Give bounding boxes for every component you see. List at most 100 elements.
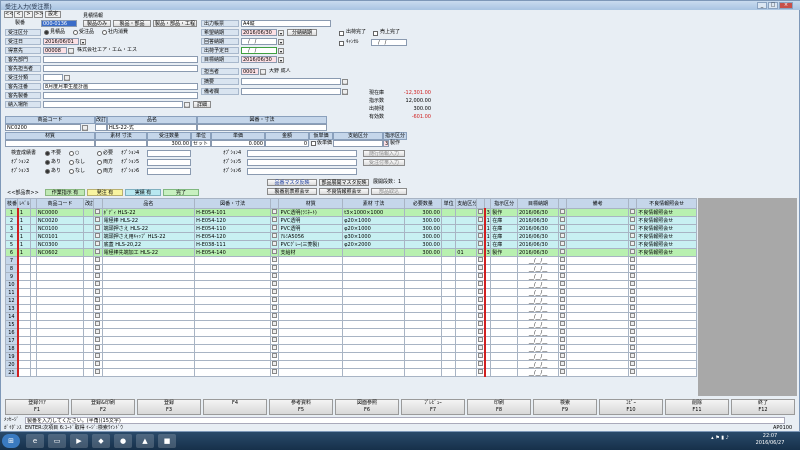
cell-shikyu[interactable] bbox=[455, 352, 477, 361]
cell-biko[interactable] bbox=[566, 328, 629, 337]
cell-shikyu[interactable] bbox=[455, 264, 477, 273]
table-row[interactable]: 16 __/__/__ bbox=[4, 328, 697, 337]
cell-shikyu[interactable] bbox=[455, 224, 477, 233]
row-search-icon[interactable] bbox=[95, 289, 101, 294]
juchu-futai-button[interactable]: 受注付帯入力 bbox=[363, 159, 405, 166]
cell-date[interactable]: __/__/__ bbox=[516, 360, 560, 369]
cell-code[interactable]: NC0000 bbox=[35, 208, 85, 217]
fkey-f1[interactable]: 登録ｸﾘｱ F1 bbox=[5, 399, 69, 415]
row-search-icon[interactable] bbox=[629, 313, 635, 318]
cell-zuban[interactable] bbox=[194, 320, 272, 329]
row-search-icon[interactable] bbox=[477, 329, 483, 334]
row-search-icon[interactable] bbox=[629, 305, 635, 310]
cell-tani[interactable] bbox=[440, 368, 457, 377]
row-search-icon[interactable] bbox=[477, 321, 483, 326]
cell-zuban[interactable]: H-E038-111 bbox=[194, 240, 272, 249]
cell-fb[interactable]: 不良情報照会せ bbox=[636, 248, 697, 257]
tanto-code-input[interactable]: 0001 bbox=[241, 68, 259, 75]
row-search-icon[interactable] bbox=[95, 265, 101, 270]
jubunrui-search-icon[interactable]: … bbox=[64, 75, 70, 81]
cell-shikyu[interactable] bbox=[455, 272, 477, 281]
cell-code[interactable]: NC0020 bbox=[35, 216, 85, 225]
cell-qty[interactable] bbox=[403, 256, 442, 265]
tray-icons[interactable]: ▴ ⚑ ▮ ♪ bbox=[700, 435, 740, 441]
table-row[interactable]: 17 __/__/__ bbox=[4, 336, 697, 345]
cell-zairyo[interactable] bbox=[278, 272, 344, 281]
cell-zuban[interactable] bbox=[194, 304, 272, 313]
cell-shikyu[interactable] bbox=[455, 328, 477, 337]
cell-tani[interactable] bbox=[440, 344, 457, 353]
row-search-icon[interactable] bbox=[560, 337, 566, 342]
product-name-input[interactable]: HLS-22-式 bbox=[107, 124, 197, 131]
row-search-icon[interactable] bbox=[95, 305, 101, 310]
table-row[interactable]: 15 __/__/__ bbox=[4, 320, 697, 329]
cell-biko[interactable] bbox=[566, 216, 629, 225]
cell-code[interactable]: NC0300 bbox=[35, 240, 85, 249]
row-search-icon[interactable] bbox=[477, 337, 483, 342]
cell-biko[interactable] bbox=[566, 256, 629, 265]
cell-sunpo[interactable] bbox=[342, 336, 405, 345]
cell-sunpo[interactable] bbox=[342, 248, 405, 257]
mitsumori-kotei-button[interactable]: 製品・部品・工程 bbox=[153, 20, 197, 27]
cell-biko[interactable] bbox=[566, 360, 629, 369]
row-search-icon[interactable] bbox=[629, 369, 635, 374]
kingaku-input[interactable]: 0 bbox=[265, 140, 309, 147]
row-search-icon[interactable] bbox=[477, 305, 483, 310]
cell-zuban[interactable] bbox=[194, 272, 272, 281]
row-search-icon[interactable] bbox=[560, 353, 566, 358]
cell-qty[interactable] bbox=[403, 280, 442, 289]
row-search-icon[interactable] bbox=[629, 265, 635, 270]
row-search-icon[interactable] bbox=[560, 273, 566, 278]
fkey-f10[interactable]: ｺﾋﾟｰ F10 bbox=[599, 399, 663, 415]
row-search-icon[interactable] bbox=[477, 297, 483, 302]
row-search-icon[interactable] bbox=[95, 249, 101, 254]
cell-tani[interactable] bbox=[440, 336, 457, 345]
cell-tani[interactable] bbox=[440, 288, 457, 297]
cell-code[interactable] bbox=[35, 352, 85, 361]
next-record-button[interactable]: > bbox=[24, 11, 33, 18]
cell-code[interactable] bbox=[35, 336, 85, 345]
cell-biko[interactable] bbox=[566, 232, 629, 241]
fkey-f6[interactable]: 図面参照 F6 bbox=[335, 399, 399, 415]
row-search-icon[interactable] bbox=[477, 273, 483, 278]
cell-date[interactable]: 2016/06/30 bbox=[516, 240, 560, 249]
row-search-icon[interactable] bbox=[629, 273, 635, 278]
cell-shikyu[interactable] bbox=[455, 368, 477, 377]
tekiyo-search-icon[interactable]: … bbox=[342, 79, 348, 85]
cell-zairyo[interactable] bbox=[278, 352, 344, 361]
cell-sunpo[interactable] bbox=[342, 296, 405, 305]
cell-sunpo[interactable] bbox=[342, 360, 405, 369]
table-row[interactable]: 13 __/__/__ bbox=[4, 304, 697, 313]
cell-name[interactable] bbox=[101, 288, 196, 297]
row-search-icon[interactable] bbox=[95, 241, 101, 246]
opt4-input[interactable] bbox=[147, 150, 191, 157]
cell-qty[interactable]: 300.00 bbox=[403, 248, 442, 257]
row-search-icon[interactable] bbox=[95, 209, 101, 214]
cell-qty[interactable] bbox=[403, 288, 442, 297]
cell-qty[interactable] bbox=[403, 312, 442, 321]
buhin-tenkai-button[interactable]: 部品展開マスタ反映 bbox=[319, 179, 369, 186]
opt6-input[interactable] bbox=[147, 168, 191, 175]
table-row[interactable]: 21 __/__/__ bbox=[4, 368, 697, 377]
row-search-icon[interactable] bbox=[477, 217, 483, 222]
table-row[interactable]: 14 __/__/__ bbox=[4, 312, 697, 321]
cell-fb[interactable] bbox=[636, 272, 697, 281]
cell-shikyu[interactable] bbox=[455, 208, 477, 217]
cell-name[interactable]: 底蓋 HLS-20,22 bbox=[101, 240, 196, 249]
row-search-icon[interactable] bbox=[560, 225, 566, 230]
opt3-radio-3[interactable] bbox=[97, 169, 102, 174]
row-search-icon[interactable] bbox=[477, 353, 483, 358]
row-search-icon[interactable] bbox=[629, 321, 635, 326]
cell-name[interactable]: 端頭押さえ HLS-22 bbox=[101, 224, 196, 233]
row-search-icon[interactable] bbox=[272, 249, 278, 254]
cell-date[interactable]: __/__/__ bbox=[516, 256, 560, 265]
cell-biko[interactable] bbox=[566, 304, 629, 313]
cell-qty[interactable]: 300.00 bbox=[403, 208, 442, 217]
shukka-calendar-icon[interactable]: ▾ bbox=[278, 48, 284, 54]
cell-zairyo[interactable]: PVC透明(ﾗﾐﾈｰﾄ) bbox=[278, 208, 344, 217]
cell-name[interactable] bbox=[101, 312, 196, 321]
row-search-icon[interactable] bbox=[560, 217, 566, 222]
row-search-icon[interactable] bbox=[95, 297, 101, 302]
table-row[interactable]: 19 __/__/__ bbox=[4, 352, 697, 361]
cell-zuban[interactable] bbox=[194, 360, 272, 369]
